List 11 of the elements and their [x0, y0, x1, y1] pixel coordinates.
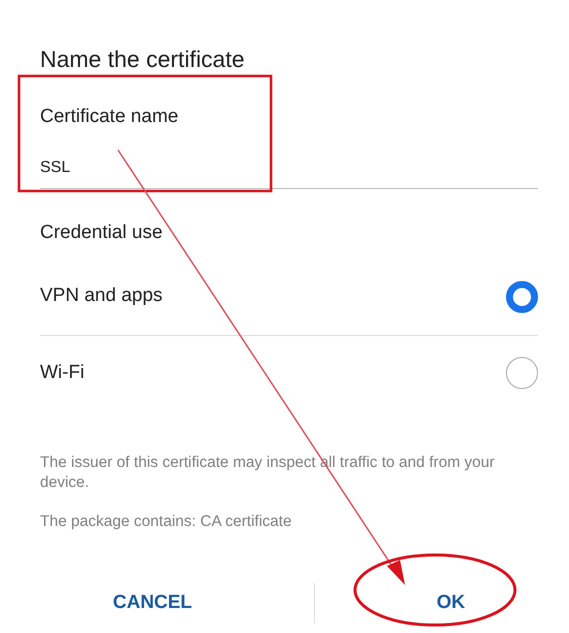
radio-button[interactable]: [506, 357, 538, 389]
notice-text: The package contains: CA certificate: [40, 512, 293, 532]
option-label: Wi-Fi: [40, 360, 84, 385]
radio-button[interactable]: [506, 280, 538, 312]
ok-button[interactable]: OK: [412, 581, 490, 626]
option-label: VPN and apps: [40, 284, 163, 308]
cancel-button[interactable]: CANCEL: [88, 581, 216, 626]
name-field[interactable]: SSL: [40, 156, 538, 188]
dialog-title: Name the certificate: [40, 45, 246, 74]
section-label: Credential use: [40, 220, 163, 244]
field-label: Certificate name: [40, 105, 178, 129]
